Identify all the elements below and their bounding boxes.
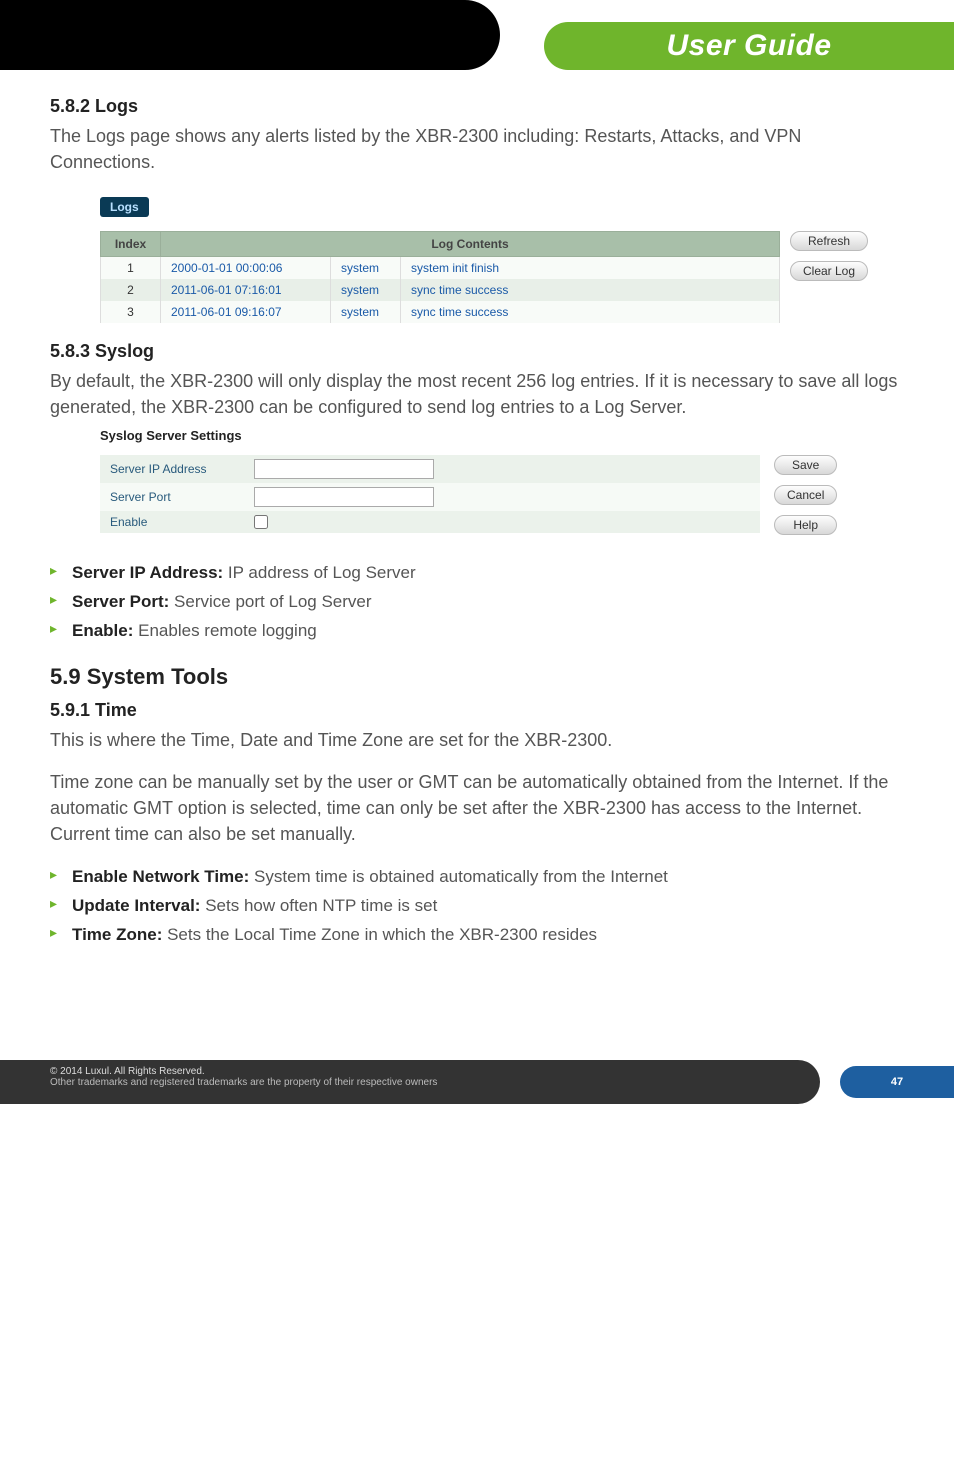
syslog-screenshot: Server IP Address Server Port Enable Sav… [100,455,904,535]
header-title: User Guide [666,29,831,63]
row3-index: 3 [101,301,161,323]
enable-checkbox[interactable] [254,515,268,529]
footer-left-band: © 2014 Luxul. All Rights Reserved. Other… [0,1060,820,1104]
label-enable: Enable [110,515,240,529]
cancel-button[interactable]: Cancel [774,485,837,505]
col-index: Index [101,232,161,257]
row2-src: system [331,279,401,301]
list-item: Update Interval: Sets how often NTP time… [50,892,904,921]
para-591-2: Time zone can be manually set by the use… [50,769,904,847]
para-583: By default, the XBR-2300 will only displ… [50,368,904,420]
row1-ts: 2000-01-01 00:00:06 [161,257,331,280]
heading-59: 5.9 System Tools [50,664,904,690]
header-black-band [0,0,500,70]
heading-591: 5.9.1 Time [50,700,904,721]
clear-log-button[interactable]: Clear Log [790,261,868,281]
col-contents: Log Contents [161,232,780,257]
row1-src: system [331,257,401,280]
page-number: 47 [891,1076,903,1088]
label-server-port: Server Port [110,490,240,504]
table-row: 1 2000-01-01 00:00:06 system system init… [101,257,780,280]
header-green-band: User Guide [544,22,954,70]
time-bullet-list: Enable Network Time: System time is obta… [50,863,904,950]
row3-msg: sync time success [401,301,780,323]
server-ip-input[interactable] [254,459,434,479]
logs-tab-chip: Logs [100,197,149,217]
para-582: The Logs page shows any alerts listed by… [50,123,904,175]
list-item: Enable Network Time: System time is obta… [50,863,904,892]
row1-index: 1 [101,257,161,280]
trademark-line: Other trademarks and registered trademar… [50,1077,800,1088]
page-number-badge: 47 [840,1066,954,1098]
syslog-settings-title: Syslog Server Settings [100,428,904,443]
logs-screenshot: Logs Index Log Contents 1 2000-01-01 00:… [100,197,904,323]
table-row: 2 2011-06-01 07:16:01 system sync time s… [101,279,780,301]
logs-table: Index Log Contents 1 2000-01-01 00:00:06… [100,231,780,323]
copyright-line: © 2014 Luxul. All Rights Reserved. [50,1066,800,1077]
row2-msg: sync time success [401,279,780,301]
list-item: Enable: Enables remote logging [50,617,904,646]
syslog-bullet-list: Server IP Address: IP address of Log Ser… [50,559,904,646]
page-footer: © 2014 Luxul. All Rights Reserved. Other… [0,1050,954,1104]
list-item: Time Zone: Sets the Local Time Zone in w… [50,921,904,950]
row3-ts: 2011-06-01 09:16:07 [161,301,331,323]
server-port-input[interactable] [254,487,434,507]
list-item: Server Port: Service port of Log Server [50,588,904,617]
table-row: 3 2011-06-01 09:16:07 system sync time s… [101,301,780,323]
save-button[interactable]: Save [774,455,837,475]
refresh-button[interactable]: Refresh [790,231,868,251]
para-591-1: This is where the Time, Date and Time Zo… [50,727,904,753]
row2-ts: 2011-06-01 07:16:01 [161,279,331,301]
row3-src: system [331,301,401,323]
heading-583: 5.8.3 Syslog [50,341,904,362]
label-server-ip: Server IP Address [110,462,240,476]
heading-582: 5.8.2 Logs [50,96,904,117]
row2-index: 2 [101,279,161,301]
page-header: User Guide [0,0,954,70]
list-item: Server IP Address: IP address of Log Ser… [50,559,904,588]
row1-msg: system init finish [401,257,780,280]
help-button[interactable]: Help [774,515,837,535]
